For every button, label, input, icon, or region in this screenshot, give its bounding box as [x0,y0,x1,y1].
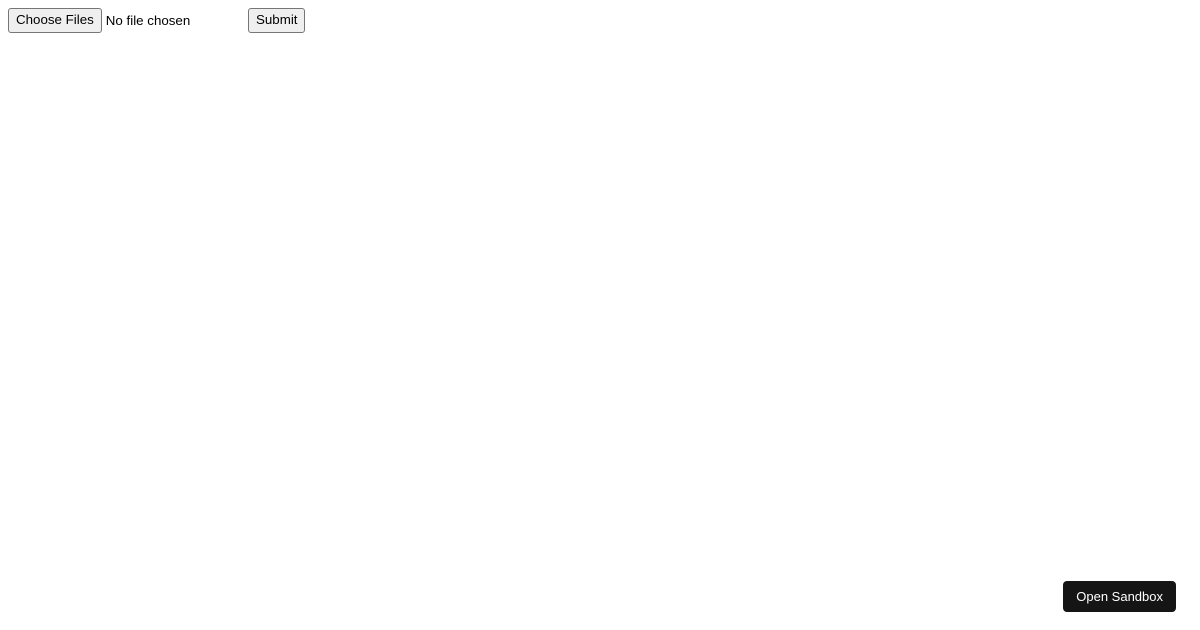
file-status-text: No file chosen [106,13,190,28]
choose-files-button[interactable]: Choose Files [8,8,102,33]
open-sandbox-button[interactable]: Open Sandbox [1063,581,1176,612]
upload-form: Choose Files No file chosen Submit [8,8,1192,33]
submit-button[interactable]: Submit [248,8,305,33]
file-input-wrapper: Choose Files No file chosen [8,8,248,33]
